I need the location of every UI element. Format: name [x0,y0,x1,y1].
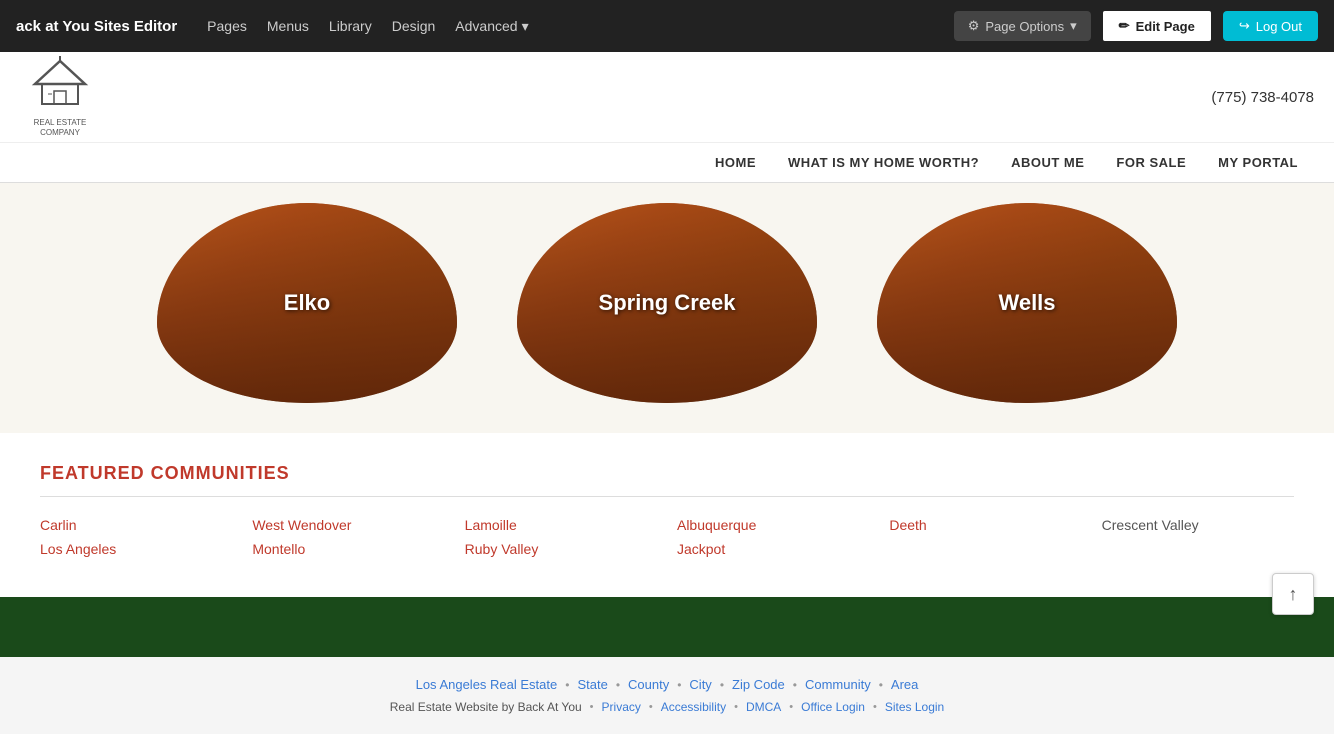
footer-zip-code[interactable]: Zip Code [732,677,785,692]
dot-separator: • [793,678,797,692]
nav-advanced[interactable]: Advanced ▾ [455,18,528,35]
community-lamoille[interactable]: Lamoille [465,517,657,533]
footer-credit: Real Estate Website by Back At You [390,700,582,714]
dot-separator: • [616,678,620,692]
green-band [0,597,1334,657]
nav-about-me[interactable]: ABOUT ME [995,143,1100,182]
dot-separator: • [879,678,883,692]
community-jackpot[interactable]: Jackpot [677,541,869,557]
footer-dmca[interactable]: DMCA [746,700,781,714]
footer-links-row: Los Angeles Real Estate • State • County… [20,677,1314,692]
community-albuquerque[interactable]: Albuquerque [677,517,869,533]
footer-community[interactable]: Community [805,677,871,692]
nav-pages[interactable]: Pages [207,18,247,35]
logo-area: REAL ESTATE COMPANY [20,62,100,132]
footer-sites-login[interactable]: Sites Login [885,700,944,714]
communities-grid: Carlin West Wendover Lamoille Albuquerqu… [40,517,1294,557]
featured-title: FEATURED COMMUNITIES [40,463,1294,497]
site-nav: HOME WHAT IS MY HOME WORTH? ABOUT ME FOR… [0,143,1334,183]
nav-design[interactable]: Design [392,18,436,35]
footer-bottom-row: Real Estate Website by Back At You • Pri… [20,700,1314,714]
footer-area[interactable]: Area [891,677,918,692]
nav-home-worth[interactable]: WHAT IS MY HOME WORTH? [772,143,995,182]
phone-number: (775) 738-4078 [1211,89,1314,106]
city-circle-spring-creek[interactable]: Spring Creek [517,203,817,403]
community-carlin[interactable]: Carlin [40,517,232,533]
editor-bar: ack at You Sites Editor Pages Menus Libr… [0,0,1334,52]
logout-icon: ↪ [1239,18,1250,34]
footer-privacy[interactable]: Privacy [602,700,641,714]
community-deeth[interactable]: Deeth [889,517,1081,533]
featured-communities-section: FEATURED COMMUNITIES Carlin West Wendove… [0,433,1334,577]
page-options-button[interactable]: ⚙ Page Options ▾ [954,11,1091,41]
chevron-down-icon: ▾ [1070,18,1077,34]
nav-my-portal[interactable]: MY PORTAL [1202,143,1314,182]
city-circle-elko[interactable]: Elko [157,203,457,403]
footer: Los Angeles Real Estate • State • County… [0,657,1334,734]
footer-county[interactable]: County [628,677,669,692]
footer-accessibility[interactable]: Accessibility [661,700,726,714]
editor-right-buttons: ⚙ Page Options ▾ ✏ Edit Page ↪ Log Out [954,9,1318,43]
nav-library[interactable]: Library [329,18,372,35]
nav-menus[interactable]: Menus [267,18,309,35]
site-title: ack at You Sites Editor [16,18,177,35]
footer-state[interactable]: State [577,677,607,692]
nav-home[interactable]: HOME [699,143,772,182]
gear-icon: ⚙ [968,18,980,34]
footer-city[interactable]: City [689,677,711,692]
community-crescent-valley[interactable]: Crescent Valley [1102,517,1294,533]
editor-nav: Pages Menus Library Design Advanced ▾ [207,18,954,35]
footer-los-angeles-real-estate[interactable]: Los Angeles Real Estate [416,677,558,692]
city-circles-section: Elko Spring Creek Wells [0,183,1334,433]
logout-button[interactable]: ↪ Log Out [1223,11,1318,41]
dot-separator: • [677,678,681,692]
community-ruby-valley[interactable]: Ruby Valley [465,541,657,557]
arrow-up-icon: ↑ [1289,584,1298,605]
community-los-angeles[interactable]: Los Angeles [40,541,232,557]
city-circle-wells[interactable]: Wells [877,203,1177,403]
site-logo: REAL ESTATE COMPANY [20,62,100,132]
logo-text: REAL ESTATE COMPANY [20,118,100,137]
scroll-top-button[interactable]: ↑ [1272,573,1314,615]
dot-separator: • [720,678,724,692]
nav-for-sale[interactable]: FOR SALE [1100,143,1202,182]
edit-page-button[interactable]: ✏ Edit Page [1101,9,1213,43]
site-header: REAL ESTATE COMPANY (775) 738-4078 [0,52,1334,143]
community-montello[interactable]: Montello [252,541,444,557]
community-west-wendover[interactable]: West Wendover [252,517,444,533]
dot-separator: • [565,678,569,692]
pencil-icon: ✏ [1119,18,1130,34]
footer-office-login[interactable]: Office Login [801,700,865,714]
house-icon [30,56,90,118]
chevron-down-icon: ▾ [522,18,529,35]
